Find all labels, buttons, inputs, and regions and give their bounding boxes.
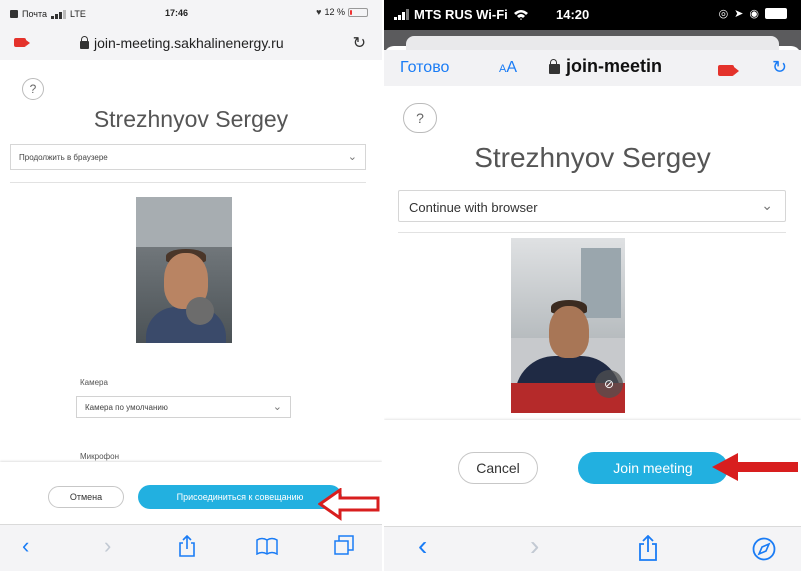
camera-in-use-icon — [14, 38, 30, 47]
battery-icon — [765, 8, 787, 19]
signal-icon — [51, 8, 66, 19]
share-icon[interactable] — [638, 535, 658, 561]
reload-icon[interactable]: ↻ — [772, 57, 787, 78]
cancel-button[interactable]: Отмена — [48, 486, 124, 508]
join-mode-select[interactable]: Continue with browser ⌄ — [398, 190, 786, 222]
camera-preview: ⊘ — [511, 238, 625, 413]
url-display[interactable]: join-meeting.sakhalinenergy.ru — [80, 35, 284, 51]
reload-icon[interactable]: ↻ — [353, 33, 366, 53]
alarm-icon: ◉ — [749, 8, 759, 20]
battery-fill — [350, 9, 352, 15]
compass-icon[interactable] — [752, 537, 776, 561]
status-bar: MTS RUS Wi-Fi 14:20 ◎ ➤ ◉ — [384, 0, 801, 30]
microphone-label: Микрофон — [80, 452, 119, 461]
camera-select-value: Камера по умолчанию — [85, 403, 168, 412]
divider — [398, 232, 786, 233]
tabs-icon[interactable] — [334, 535, 354, 555]
carrier-info: Почта LTE — [10, 8, 86, 19]
join-meeting-button[interactable]: Join meeting — [578, 452, 728, 484]
camera-label: Камера — [80, 378, 108, 387]
bookmarks-icon[interactable] — [256, 537, 278, 555]
red-arrow-annotation — [318, 488, 380, 521]
camera-in-use-icon — [718, 65, 739, 76]
address-bar[interactable]: join-meeting.sakhalinenergy.ru ↻ — [0, 26, 382, 60]
back-icon[interactable]: ‹ — [418, 532, 427, 560]
carrier-name: MTS RUS Wi-Fi — [414, 7, 508, 22]
chevron-down-icon: ⌄ — [347, 151, 357, 163]
camera-preview — [136, 197, 232, 343]
join-mode-select[interactable]: Продолжить в браузере ⌄ — [10, 144, 366, 170]
right-phone-screen: MTS RUS Wi-Fi 14:20 ◎ ➤ ◉ Готово AA join… — [384, 0, 801, 571]
location-icon: ➤ — [734, 8, 744, 20]
carrier-info: MTS RUS Wi-Fi — [394, 7, 529, 22]
sheet-grabber — [406, 36, 779, 50]
red-arrow-annotation — [712, 453, 798, 481]
lock-icon — [80, 36, 89, 49]
browser-toolbar: ‹ › — [384, 526, 801, 571]
screenshot-composite: Почта LTE 17:46 ♥ 12 % join-meeting.sakh… — [0, 0, 801, 571]
url-host: join-meeting.sakhalinenergy.ru — [94, 35, 284, 51]
help-button[interactable]: ? — [22, 78, 44, 100]
carrier-name: Почта — [22, 8, 47, 19]
chevron-down-icon: ⌄ — [761, 197, 773, 213]
join-mode-value: Continue with browser — [409, 200, 538, 215]
status-icons: ◎ ➤ ◉ — [719, 7, 787, 20]
left-phone-screen: Почта LTE 17:46 ♥ 12 % join-meeting.sakh… — [0, 0, 382, 571]
url-host: join-meetin — [566, 56, 663, 76]
divider — [10, 182, 366, 183]
status-bar: Почта LTE 17:46 ♥ 12 % — [0, 0, 382, 26]
lock-rotation-icon: ◎ — [718, 8, 729, 20]
signal-icon — [394, 9, 409, 20]
status-time: 14:20 — [556, 7, 590, 22]
share-icon[interactable] — [178, 535, 196, 557]
status-time: 17:46 — [165, 8, 189, 18]
battery-icon — [348, 7, 368, 17]
mail-app-icon — [10, 9, 18, 18]
network-type: LTE — [70, 8, 86, 19]
participant-name: Strezhnyov Sergey — [474, 142, 711, 173]
safari-view-nav: Готово AA join-meetin ↻ — [384, 50, 801, 86]
lock-icon — [549, 58, 560, 74]
heart-icon: ♥ — [316, 7, 322, 17]
cancel-button[interactable]: Cancel — [458, 452, 538, 484]
browser-toolbar: ‹ › — [0, 524, 382, 571]
forward-icon[interactable]: › — [530, 532, 539, 560]
battery-info: ♥ 12 % — [316, 7, 368, 17]
participant-name: Strezhnyov Sergey — [93, 106, 289, 132]
done-button[interactable]: Готово — [400, 59, 449, 77]
battery-text: 12 % — [324, 7, 345, 17]
camera-off-icon[interactable]: ⊘ — [595, 370, 623, 398]
wifi-icon — [513, 9, 528, 20]
camera-select[interactable]: Камера по умолчанию ⌄ — [76, 396, 291, 418]
chevron-down-icon: ⌄ — [272, 401, 282, 413]
help-button[interactable]: ? — [403, 103, 437, 133]
text-size-button[interactable]: AA — [499, 59, 517, 77]
url-display[interactable]: join-meetin — [549, 56, 662, 77]
join-mode-value: Продолжить в браузере — [19, 153, 108, 162]
back-icon[interactable]: ‹ — [22, 535, 29, 557]
forward-icon[interactable]: › — [104, 535, 111, 557]
join-meeting-button[interactable]: Присоединиться к совещанию — [138, 485, 342, 509]
